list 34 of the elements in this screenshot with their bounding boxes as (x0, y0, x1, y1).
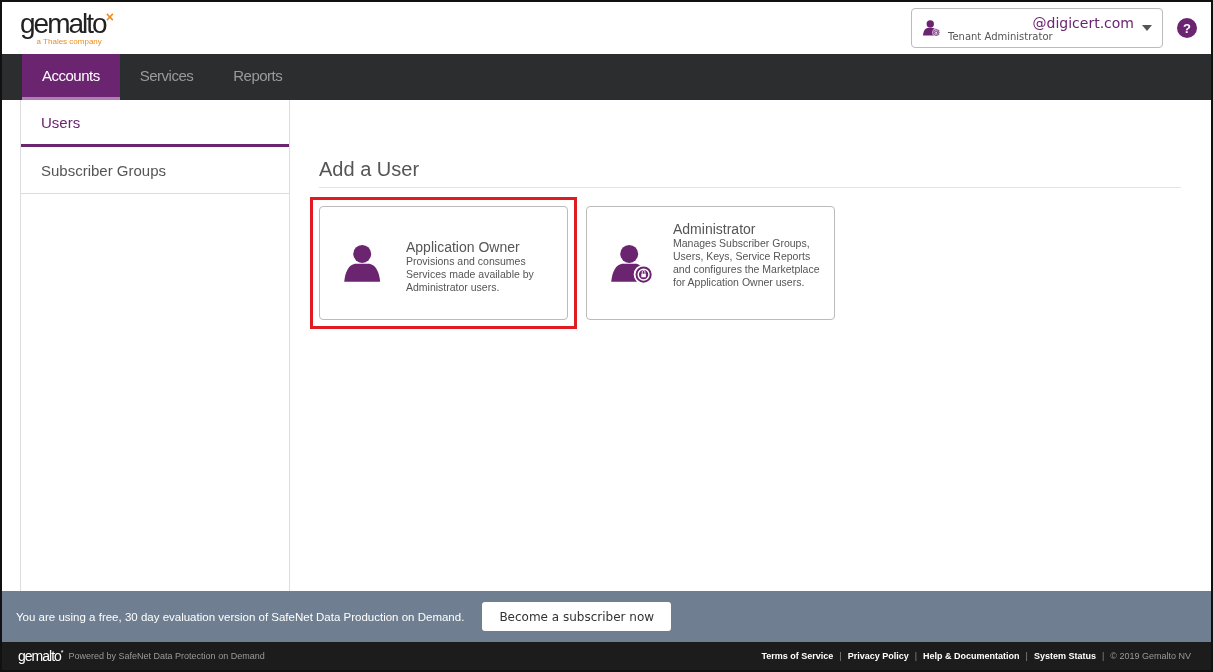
powered-by-text: Powered by SafeNet Data Protection on Demand (68, 651, 265, 661)
user-type-card[interactable]: Application Owner Provisions and consumes Services made available by Administrator users. (319, 206, 568, 320)
footer-logo: gemalto$^{*}$ (18, 648, 63, 664)
separator: | (1102, 651, 1105, 661)
user-lock-icon (609, 244, 653, 284)
card-title: Administrator (673, 221, 757, 237)
help-button[interactable]: ? (1177, 18, 1197, 38)
card-description: Provisions and consumes Services made available by Administrator users. (406, 254, 535, 294)
sidebar-item[interactable]: Users (21, 100, 289, 147)
card-description: Manages Subscriber Groups, Users, Keys, Service Reports and configures the Marketplace for Application Owner users. (673, 237, 821, 289)
logo-mark: × (105, 10, 114, 23)
footer-link[interactable]: Terms of Service (761, 651, 834, 661)
card-title: Application Owner (406, 238, 521, 255)
nav-tab[interactable]: Services (119, 54, 214, 100)
evaluation-message: You are using a free, 30 day evaluation version of SafeNet Data Production on Demand. (16, 610, 465, 623)
account-role: Tenant Administrator (948, 30, 1053, 42)
nav-tab[interactable]: Reports (213, 54, 303, 100)
copyright-text: © 2019 Gemalto NV (1110, 651, 1191, 661)
logo-tagline: a Thales company (36, 36, 102, 46)
user-type-card[interactable]: Administrator Manages Subscriber Groups, Users, Keys, Service Reports and configures the Marketplace for Application Owner users. (586, 206, 835, 320)
sidebar-item[interactable]: Subscriber Groups (21, 147, 289, 194)
separator: | (839, 651, 842, 661)
footer-link[interactable]: Privacy Policy (847, 651, 909, 661)
separator: | (1025, 651, 1028, 661)
nav-tab[interactable]: Accounts (22, 54, 120, 100)
separator: | (914, 651, 918, 661)
section-heading: Add a User (319, 158, 1181, 188)
footer-link[interactable]: Help & Documentation (923, 651, 1020, 661)
account-menu[interactable]: @digicert.com Tenant Administrator (911, 8, 1163, 48)
caret-icon (1142, 25, 1152, 31)
account-email: @digicert.com (1032, 14, 1134, 31)
footer-link[interactable]: System Status (1033, 651, 1096, 661)
gemalto-logo: gemalto (20, 10, 106, 37)
subscribe-button[interactable]: Become a subscriber now (482, 602, 672, 631)
